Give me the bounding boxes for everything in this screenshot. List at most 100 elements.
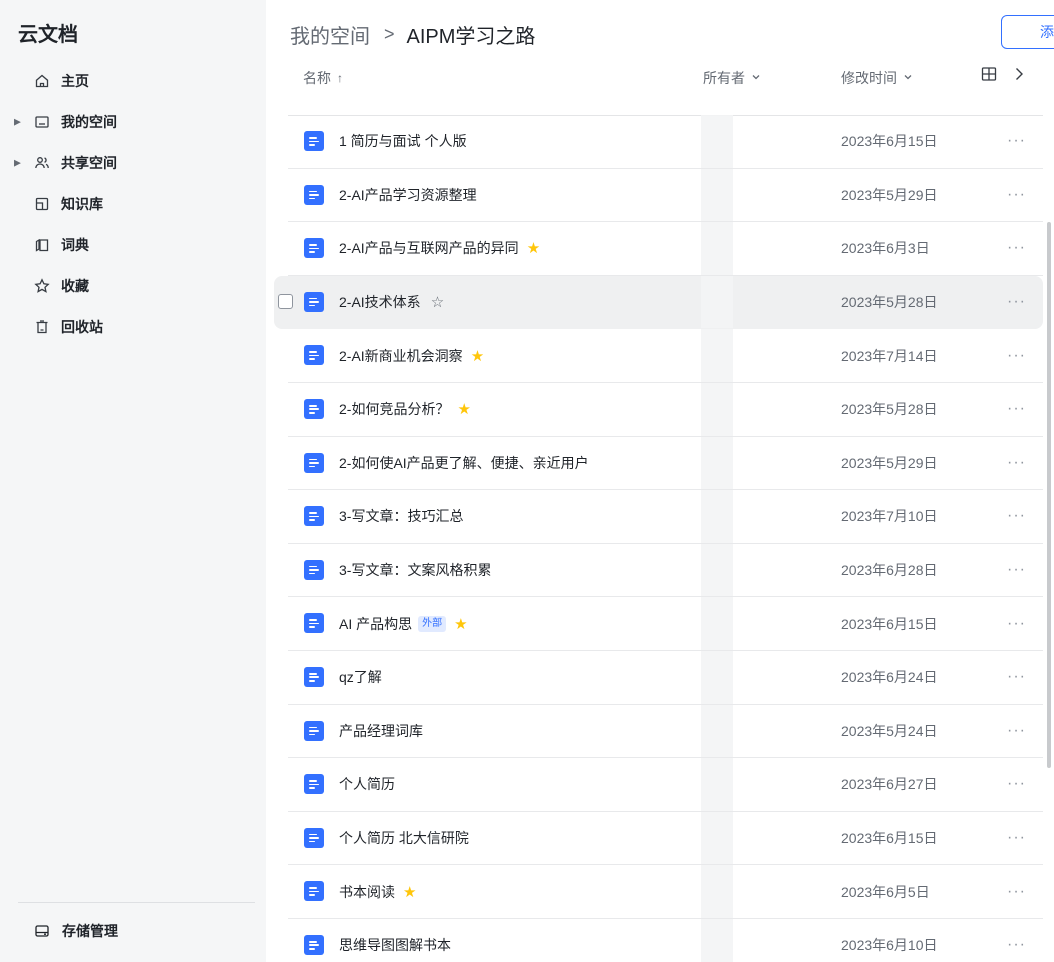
document-icon: [304, 881, 324, 902]
star-filled-icon[interactable]: ★: [471, 347, 484, 365]
more-options-icon[interactable]: ···: [1007, 758, 1026, 811]
more-options-icon[interactable]: ···: [1007, 222, 1026, 275]
modified-time: 2023年5月29日: [841, 454, 938, 471]
document-title: 1 简历与面试 个人版: [339, 133, 467, 150]
document-title-cell[interactable]: 1 简历与面试 个人版: [339, 115, 467, 168]
document-title-cell[interactable]: 2-AI产品与互联网产品的异同 ★: [339, 222, 540, 275]
more-options-icon[interactable]: ···: [1007, 865, 1026, 918]
more-options-icon[interactable]: ···: [1007, 651, 1026, 704]
document-title-cell[interactable]: 2-AI新商业机会洞察 ★: [339, 329, 484, 382]
vertical-scrollbar[interactable]: [1047, 222, 1051, 768]
more-options-icon[interactable]: ···: [1007, 544, 1026, 597]
storage-management-button[interactable]: 存储管理: [33, 919, 118, 943]
owner-avatar-blurred: [701, 222, 733, 275]
document-title: AI 产品构思: [339, 615, 413, 632]
chevron-down-icon: [903, 71, 913, 85]
document-title-cell[interactable]: 2-如何使AI产品更了解、便捷、亲近用户: [339, 437, 589, 490]
sidebar-item-trash[interactable]: 回收站: [0, 306, 266, 347]
table-row[interactable]: 3-写文章：文案风格积累 2023年6月28日 ···: [288, 543, 1043, 598]
more-options-icon[interactable]: ···: [1007, 115, 1026, 168]
more-options-icon[interactable]: ···: [1007, 276, 1026, 329]
more-options-icon[interactable]: ···: [1007, 919, 1026, 962]
document-title-cell[interactable]: 2-如何竞品分析？ ★: [339, 383, 471, 436]
document-title-cell[interactable]: 个人简历: [339, 758, 395, 811]
document-title: 3-写文章：文案风格积累: [339, 562, 492, 579]
document-title: 个人简历 北大信研院: [339, 830, 469, 847]
chevron-right-icon[interactable]: [1011, 65, 1027, 83]
table-row[interactable]: 个人简历 北大信研院 2023年6月15日 ···: [288, 811, 1043, 866]
owner-avatar-blurred: [701, 115, 733, 168]
more-options-icon[interactable]: ···: [1007, 437, 1026, 490]
breadcrumb-root[interactable]: 我的空间: [290, 20, 370, 49]
document-title-cell[interactable]: 2-AI产品学习资源整理: [339, 169, 477, 222]
table-row[interactable]: 思维导图图解书本 2023年6月10日 ···: [288, 918, 1043, 962]
document-title-cell[interactable]: 思维导图图解书本: [339, 919, 451, 962]
modified-time: 2023年6月27日: [841, 776, 938, 793]
table-row[interactable]: 产品经理词库 2023年5月24日 ···: [288, 704, 1043, 759]
sidebar-item-favorites[interactable]: 收藏: [0, 265, 266, 306]
row-checkbox[interactable]: [278, 293, 293, 309]
table-row[interactable]: AI 产品构思 外部 ★ 2023年6月15日 ···: [288, 597, 1043, 651]
home-icon: [33, 72, 51, 90]
table-row[interactable]: 2-AI产品与互联网产品的异同 ★ 2023年6月3日 ···: [288, 222, 1043, 276]
table-row[interactable]: 2-如何使AI产品更了解、便捷、亲近用户 2023年5月29日 ···: [288, 436, 1043, 491]
modified-time: 2023年6月15日: [841, 615, 938, 632]
sidebar-item-shared-space[interactable]: ▶ 共享空间: [0, 142, 266, 183]
document-title-cell[interactable]: 2-AI技术体系 ☆: [339, 276, 444, 329]
header-label: 所有者: [703, 70, 745, 86]
table-row[interactable]: qz了解 2023年6月24日 ···: [288, 650, 1043, 705]
owner-avatar-blurred: [701, 758, 733, 811]
modified-time: 2023年5月24日: [841, 722, 938, 739]
owner-avatar-blurred: [701, 543, 733, 597]
more-options-icon[interactable]: ···: [1007, 383, 1026, 436]
sidebar-item-dictionary[interactable]: 词典: [0, 224, 266, 265]
more-options-icon[interactable]: ···: [1007, 329, 1026, 382]
star-filled-icon[interactable]: ★: [527, 239, 540, 257]
grid-view-icon[interactable]: [980, 65, 998, 83]
expand-caret-icon[interactable]: ▶: [14, 157, 21, 168]
document-title-cell[interactable]: 3-写文章：技巧汇总: [339, 490, 463, 543]
document-title-cell[interactable]: qz了解: [339, 651, 382, 704]
more-options-icon[interactable]: ···: [1007, 169, 1026, 222]
document-title-cell[interactable]: 3-写文章：文案风格积累: [339, 544, 491, 597]
document-title-cell[interactable]: 个人简历 北大信研院: [339, 812, 469, 865]
document-icon: [304, 238, 324, 259]
sidebar-item-label: 回收站: [61, 318, 103, 335]
table-row[interactable]: 2-如何竞品分析？ ★ 2023年5月28日 ···: [288, 382, 1043, 437]
table-row[interactable]: 2-AI产品学习资源整理 2023年5月29日 ···: [288, 168, 1043, 223]
modified-time: 2023年6月5日: [841, 883, 930, 900]
document-title-cell[interactable]: 书本阅读 ★: [339, 865, 416, 918]
table-row[interactable]: 书本阅读 ★ 2023年6月5日 ···: [288, 865, 1043, 919]
star-outline-icon[interactable]: ☆: [431, 293, 444, 311]
table-row[interactable]: 2-AI新商业机会洞察 ★ 2023年7月14日 ···: [288, 329, 1043, 383]
star-filled-icon[interactable]: ★: [457, 400, 470, 418]
table-row[interactable]: 2-AI技术体系 ☆ 2023年5月28日 ···: [274, 275, 1043, 330]
table-row[interactable]: 3-写文章：技巧汇总 2023年7月10日 ···: [288, 490, 1043, 544]
sidebar-divider: [18, 902, 255, 903]
star-filled-icon[interactable]: ★: [454, 615, 467, 633]
modified-time-header[interactable]: 修改时间: [841, 68, 913, 88]
sidebar-item-my-space[interactable]: ▶ 我的空间: [0, 101, 266, 142]
star-filled-icon[interactable]: ★: [403, 883, 416, 901]
sidebar-item-wiki[interactable]: 知识库: [0, 183, 266, 224]
header-label: 名称: [303, 70, 331, 86]
book-icon: [33, 195, 51, 213]
sidebar-item-home[interactable]: 主页: [0, 60, 266, 101]
document-title-cell[interactable]: 产品经理词库: [339, 705, 423, 758]
document-title: 2-AI产品学习资源整理: [339, 186, 477, 203]
document-icon: [304, 452, 324, 473]
document-title-cell[interactable]: AI 产品构思 外部 ★: [339, 597, 468, 650]
expand-caret-icon[interactable]: ▶: [14, 116, 21, 127]
owner-avatar-blurred: [701, 490, 733, 543]
more-options-icon[interactable]: ···: [1007, 812, 1026, 865]
owner-avatar-blurred: [701, 865, 733, 918]
add-button[interactable]: 添加: [1001, 15, 1054, 49]
more-options-icon[interactable]: ···: [1007, 490, 1026, 543]
table-row[interactable]: 个人简历 2023年6月27日 ···: [288, 758, 1043, 812]
owner-avatar-blurred: [701, 436, 733, 490]
table-row[interactable]: 1 简历与面试 个人版 2023年6月15日 ···: [288, 115, 1043, 169]
more-options-icon[interactable]: ···: [1007, 597, 1026, 650]
more-options-icon[interactable]: ···: [1007, 705, 1026, 758]
owner-filter-header[interactable]: 所有者: [703, 68, 761, 88]
sort-by-name-header[interactable]: 名称 ↑: [303, 68, 343, 88]
